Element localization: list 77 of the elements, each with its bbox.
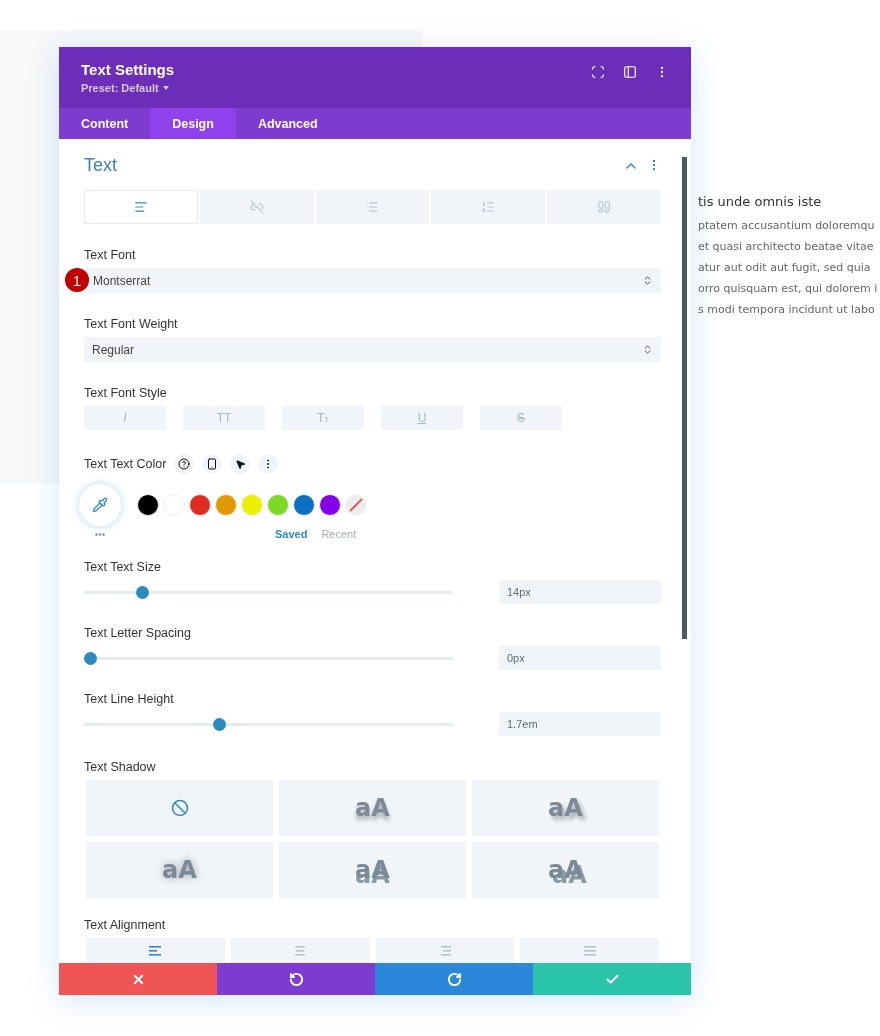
- none-icon: [170, 799, 189, 818]
- body-text-line: orro quisquam est, qui dolorem i: [698, 281, 878, 297]
- numbered-list-icon: [481, 200, 496, 215]
- cursor-icon[interactable]: [230, 454, 251, 475]
- field-label: Text Font Weight: [84, 317, 179, 332]
- paragraph-icon: [133, 200, 148, 215]
- preset-dropdown[interactable]: Preset: Default: [81, 82, 159, 94]
- section-title[interactable]: Text: [84, 155, 117, 177]
- font-style-button[interactable]: TT: [183, 406, 265, 431]
- color-swatch[interactable]: [267, 494, 289, 517]
- body-text-line: atur aut odit aut fugit, sed quia: [698, 260, 872, 276]
- help-icon[interactable]: [174, 454, 195, 475]
- value-field[interactable]: 1.7em: [499, 712, 661, 737]
- field-label: Text Shadow: [84, 760, 157, 775]
- slider-thumb[interactable]: [84, 651, 97, 665]
- align-justify-icon: [583, 945, 596, 956]
- field-label: Text Alignment: [84, 918, 167, 933]
- value-field[interactable]: 14px: [499, 580, 661, 605]
- alignment-button[interactable]: [375, 938, 515, 964]
- shadow-option[interactable]: aA: [279, 842, 466, 899]
- align-left-icon: [149, 945, 162, 956]
- alignment-button[interactable]: [230, 938, 370, 964]
- undo-icon: [288, 971, 304, 987]
- color-swatch[interactable]: [293, 494, 315, 517]
- align-right-icon: [438, 945, 451, 956]
- font-style-button[interactable]: U: [381, 406, 463, 431]
- alignment-button[interactable]: [86, 938, 225, 964]
- fullscreen-icon[interactable]: [591, 65, 605, 79]
- tab[interactable]: Content: [59, 107, 151, 140]
- font-style-button[interactable]: I: [84, 406, 166, 431]
- step-badge: 1: [65, 268, 89, 293]
- no-color-swatch[interactable]: [345, 494, 367, 517]
- redo-icon: [446, 971, 462, 987]
- field-label: Text Letter Spacing: [84, 626, 192, 641]
- field-label: Text Line Height: [84, 692, 175, 707]
- field-label: Text Font Style: [84, 386, 168, 401]
- field-label: Text Text Size: [84, 560, 162, 575]
- color-swatch[interactable]: [189, 494, 211, 517]
- list-icon: [365, 200, 380, 215]
- sidebar-icon[interactable]: [623, 65, 637, 79]
- font-style-button[interactable]: S: [480, 406, 562, 431]
- tab[interactable]: Design: [150, 107, 236, 140]
- eyedropper-icon: [92, 497, 108, 514]
- quote-icon: [597, 200, 612, 215]
- body-text-line: s modi tempora incidunt ut labo: [698, 302, 876, 318]
- caret-icon[interactable]: [162, 86, 169, 90]
- body-text-line: et quasi architecto beatae vitae: [698, 239, 875, 255]
- select-arrows-icon: [642, 275, 653, 287]
- value-field[interactable]: 0px: [499, 646, 661, 671]
- phone-icon[interactable]: [202, 454, 223, 475]
- scrollbar[interactable]: [682, 157, 687, 640]
- palette-tab[interactable]: Recent: [321, 528, 357, 541]
- modal-title: Text Settings: [81, 61, 175, 78]
- align-center-icon: [294, 945, 307, 956]
- tab[interactable]: Advanced: [235, 107, 340, 140]
- page-heading: tis unde omnis iste: [698, 194, 823, 209]
- color-swatch[interactable]: [319, 494, 341, 517]
- color-swatch[interactable]: [137, 494, 159, 517]
- font-style-button[interactable]: Tт: [282, 406, 364, 431]
- field-label: Text Text Color: [84, 457, 167, 472]
- slider-thumb[interactable]: [135, 585, 149, 599]
- shadow-option[interactable]: aA: [472, 842, 659, 899]
- shadow-option[interactable]: aA: [279, 780, 466, 837]
- more-icon[interactable]: •••: [80, 528, 120, 540]
- field-label: Text Font: [84, 248, 137, 263]
- shadow-option[interactable]: aA: [472, 780, 659, 837]
- color-swatch[interactable]: [215, 494, 237, 517]
- color-swatch[interactable]: [241, 494, 263, 517]
- palette-tab[interactable]: Saved: [275, 528, 308, 541]
- shadow-option[interactable]: aA: [86, 842, 273, 899]
- slider-thumb[interactable]: [213, 717, 227, 731]
- select-arrows-icon: [642, 344, 653, 356]
- unlink-icon: [249, 200, 264, 215]
- color-picker-button[interactable]: [79, 484, 121, 527]
- font-select[interactable]: Montserrat: [84, 268, 661, 294]
- weight-select[interactable]: Regular: [84, 337, 661, 363]
- body-text-line: ptatem accusantium doloremqu: [698, 218, 876, 234]
